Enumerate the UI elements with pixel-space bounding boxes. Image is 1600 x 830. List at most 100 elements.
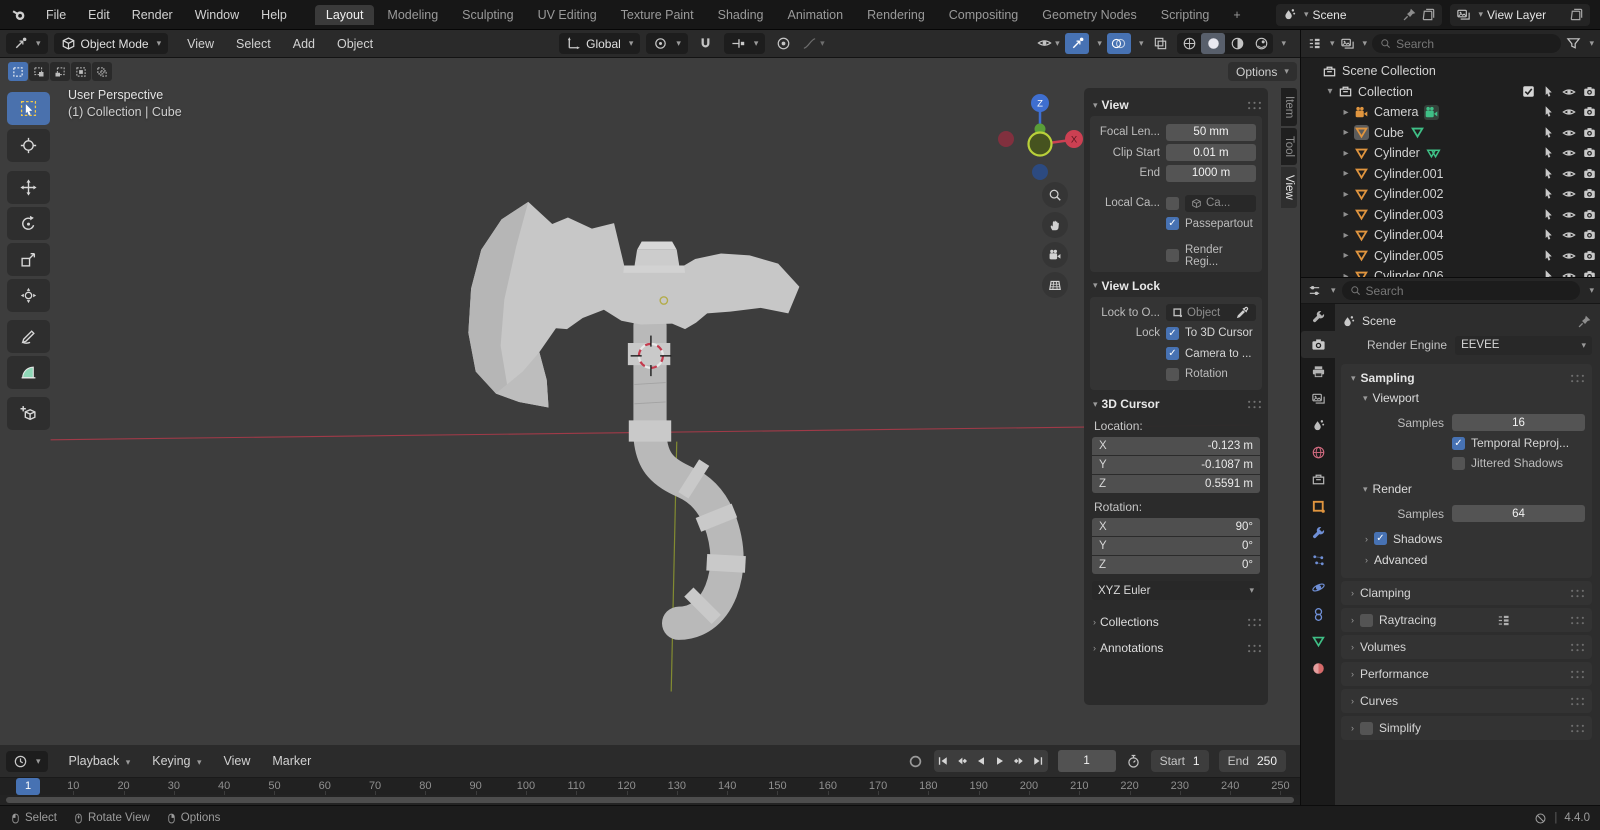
properties-tab-material[interactable] bbox=[1301, 655, 1335, 682]
select-box-tool[interactable] bbox=[7, 92, 50, 125]
render-toggle-icon[interactable] bbox=[1583, 249, 1596, 262]
editor-type-button[interactable]: ▾ bbox=[6, 33, 48, 54]
mode-selector[interactable]: Object Mode ▾ bbox=[54, 33, 169, 54]
drag-grip-icon[interactable] bbox=[1570, 667, 1585, 682]
section-volumes[interactable]: ›Volumes bbox=[1341, 635, 1592, 659]
expand-icon[interactable]: ▸ bbox=[1339, 148, 1353, 159]
section-performance[interactable]: ›Performance bbox=[1341, 662, 1592, 686]
transport-jump-start-button[interactable] bbox=[934, 750, 953, 772]
drag-grip-icon[interactable] bbox=[1570, 721, 1585, 736]
outliner-row-cube[interactable]: ▸Cube bbox=[1301, 123, 1600, 144]
timeline-ruler[interactable]: 1020304050607080901001101201301401501601… bbox=[0, 778, 1300, 795]
section-simplify[interactable]: ›Simplify bbox=[1341, 716, 1592, 740]
eyedropper-icon[interactable] bbox=[1235, 305, 1250, 320]
transform-tool[interactable] bbox=[7, 279, 50, 312]
pan-button[interactable] bbox=[1042, 212, 1068, 238]
viewport-menu-select[interactable]: Select bbox=[225, 37, 282, 51]
viewport-menu-view[interactable]: View bbox=[176, 37, 225, 51]
playhead[interactable]: 1 bbox=[16, 778, 40, 795]
hide-toggle-icon[interactable] bbox=[1562, 85, 1576, 99]
filter-icon[interactable] bbox=[1566, 36, 1581, 51]
expand-icon[interactable]: ▸ bbox=[1339, 189, 1353, 200]
raytracing-checkbox[interactable] bbox=[1360, 614, 1373, 627]
render-toggle-icon[interactable] bbox=[1583, 228, 1596, 241]
temporal-reprojection-checkbox[interactable]: ✓ bbox=[1452, 437, 1465, 450]
move-tool[interactable] bbox=[7, 171, 50, 204]
hide-toggle-icon[interactable] bbox=[1562, 249, 1576, 263]
camera-view-button[interactable] bbox=[1042, 242, 1068, 268]
render-toggle-icon[interactable] bbox=[1583, 85, 1596, 98]
select-mode-invert-button[interactable] bbox=[71, 62, 91, 81]
selectable-toggle-icon[interactable] bbox=[1542, 85, 1555, 98]
view-lock-panel-header[interactable]: ▾View Lock bbox=[1090, 276, 1262, 296]
navigation-gizmo[interactable]: Z X bbox=[985, 90, 1095, 200]
overlays-toggle[interactable] bbox=[1107, 33, 1131, 54]
workspace-tab-rendering[interactable]: Rendering bbox=[856, 5, 936, 25]
shading-solid-button[interactable] bbox=[1201, 33, 1225, 54]
expand-icon[interactable]: ▸ bbox=[1339, 209, 1353, 220]
blender-logo-icon[interactable] bbox=[12, 7, 27, 22]
hide-toggle-icon[interactable] bbox=[1562, 269, 1576, 278]
sidebar-tab-tool[interactable]: Tool bbox=[1281, 128, 1297, 165]
chevron-down-icon[interactable]: ▾ bbox=[1363, 38, 1368, 49]
view-layer-selector[interactable]: ▾ View Layer bbox=[1450, 4, 1590, 26]
drag-grip-icon[interactable] bbox=[1570, 613, 1585, 628]
hide-toggle-icon[interactable] bbox=[1562, 208, 1576, 222]
scale-tool[interactable] bbox=[7, 243, 50, 276]
render-toggle-icon[interactable] bbox=[1583, 126, 1596, 139]
timeline-menu-playback[interactable]: Playback ▾ bbox=[58, 754, 142, 768]
transport-jump-end-button[interactable] bbox=[1029, 750, 1048, 772]
outliner-row-cylinder-002[interactable]: ▸Cylinder.002 bbox=[1301, 184, 1600, 205]
shadows-subpanel-header[interactable]: ›✓ Shadows bbox=[1348, 528, 1585, 549]
drag-grip-icon[interactable] bbox=[1247, 98, 1262, 113]
properties-tab-collection[interactable] bbox=[1301, 466, 1335, 493]
timeline-menu-view[interactable]: View bbox=[213, 754, 262, 768]
outliner-row-cylinder-006[interactable]: ▸Cylinder.006 bbox=[1301, 266, 1600, 278]
selectable-toggle-icon[interactable] bbox=[1542, 187, 1555, 200]
pin-icon[interactable] bbox=[1402, 7, 1417, 22]
menu-edit[interactable]: Edit bbox=[77, 8, 121, 22]
properties-tab-physics[interactable] bbox=[1301, 574, 1335, 601]
chevron-down-icon[interactable]: ▾ bbox=[1139, 38, 1144, 49]
drag-grip-icon[interactable] bbox=[1570, 694, 1585, 709]
hide-toggle-icon[interactable] bbox=[1562, 187, 1576, 201]
cursor-z-field[interactable]: Z0.5591 m bbox=[1092, 475, 1260, 493]
camera-to-view-checkbox[interactable]: ✓ bbox=[1166, 347, 1179, 360]
cursor-rx-field[interactable]: X90° bbox=[1092, 518, 1260, 536]
view-panel-header[interactable]: ▾View bbox=[1090, 95, 1262, 115]
viewport-subpanel-header[interactable]: ▾Viewport bbox=[1348, 388, 1585, 408]
outliner-row-cylinder-001[interactable]: ▸Cylinder.001 bbox=[1301, 164, 1600, 185]
properties-tab-modifiers[interactable] bbox=[1301, 520, 1335, 547]
properties-tab-constraints[interactable] bbox=[1301, 601, 1335, 628]
outliner-row-cylinder-004[interactable]: ▸Cylinder.004 bbox=[1301, 225, 1600, 246]
workspace-tab-uv-editing[interactable]: UV Editing bbox=[527, 5, 608, 25]
chevron-down-icon[interactable]: ▾ bbox=[1331, 285, 1336, 296]
scene-selector[interactable]: ▾ Scene bbox=[1276, 4, 1443, 26]
timeline-editor-button[interactable]: ▾ bbox=[6, 751, 48, 772]
shading-material-button[interactable] bbox=[1225, 33, 1249, 54]
display-mode-icon[interactable] bbox=[1340, 36, 1355, 51]
collection-exclude-checkbox[interactable] bbox=[1522, 85, 1535, 98]
properties-tab-scene[interactable] bbox=[1301, 412, 1335, 439]
select-mode-extend-button[interactable] bbox=[29, 62, 49, 81]
outliner-row-cylinder-005[interactable]: ▸Cylinder.005 bbox=[1301, 246, 1600, 267]
properties-tab-particles[interactable] bbox=[1301, 547, 1335, 574]
jittered-shadows-checkbox[interactable] bbox=[1452, 457, 1465, 470]
xray-toggle[interactable] bbox=[1148, 33, 1172, 54]
drag-grip-icon[interactable] bbox=[1247, 615, 1262, 630]
outliner-row-camera[interactable]: ▸Camera bbox=[1301, 102, 1600, 123]
proportional-falloff[interactable]: ▾ bbox=[801, 33, 825, 54]
hide-toggle-icon[interactable] bbox=[1562, 126, 1576, 140]
outliner-search-input[interactable]: Search bbox=[1372, 34, 1561, 53]
workspace-tab-animation[interactable]: Animation bbox=[777, 5, 855, 25]
lock-rotation-checkbox[interactable] bbox=[1166, 368, 1179, 381]
timeline-menu-keying[interactable]: Keying ▾ bbox=[141, 754, 212, 768]
menu-window[interactable]: Window bbox=[184, 8, 250, 22]
properties-tab-tool[interactable] bbox=[1301, 304, 1335, 331]
selectable-toggle-icon[interactable] bbox=[1542, 105, 1555, 118]
cursor-panel-header[interactable]: ▾3D Cursor bbox=[1090, 394, 1262, 414]
select-mode-intersect-button[interactable] bbox=[92, 62, 112, 81]
cursor-x-field[interactable]: X-0.123 m bbox=[1092, 437, 1260, 455]
outliner-row-scene collection[interactable]: Scene Collection bbox=[1301, 61, 1600, 82]
add-cube-tool[interactable] bbox=[7, 397, 50, 430]
